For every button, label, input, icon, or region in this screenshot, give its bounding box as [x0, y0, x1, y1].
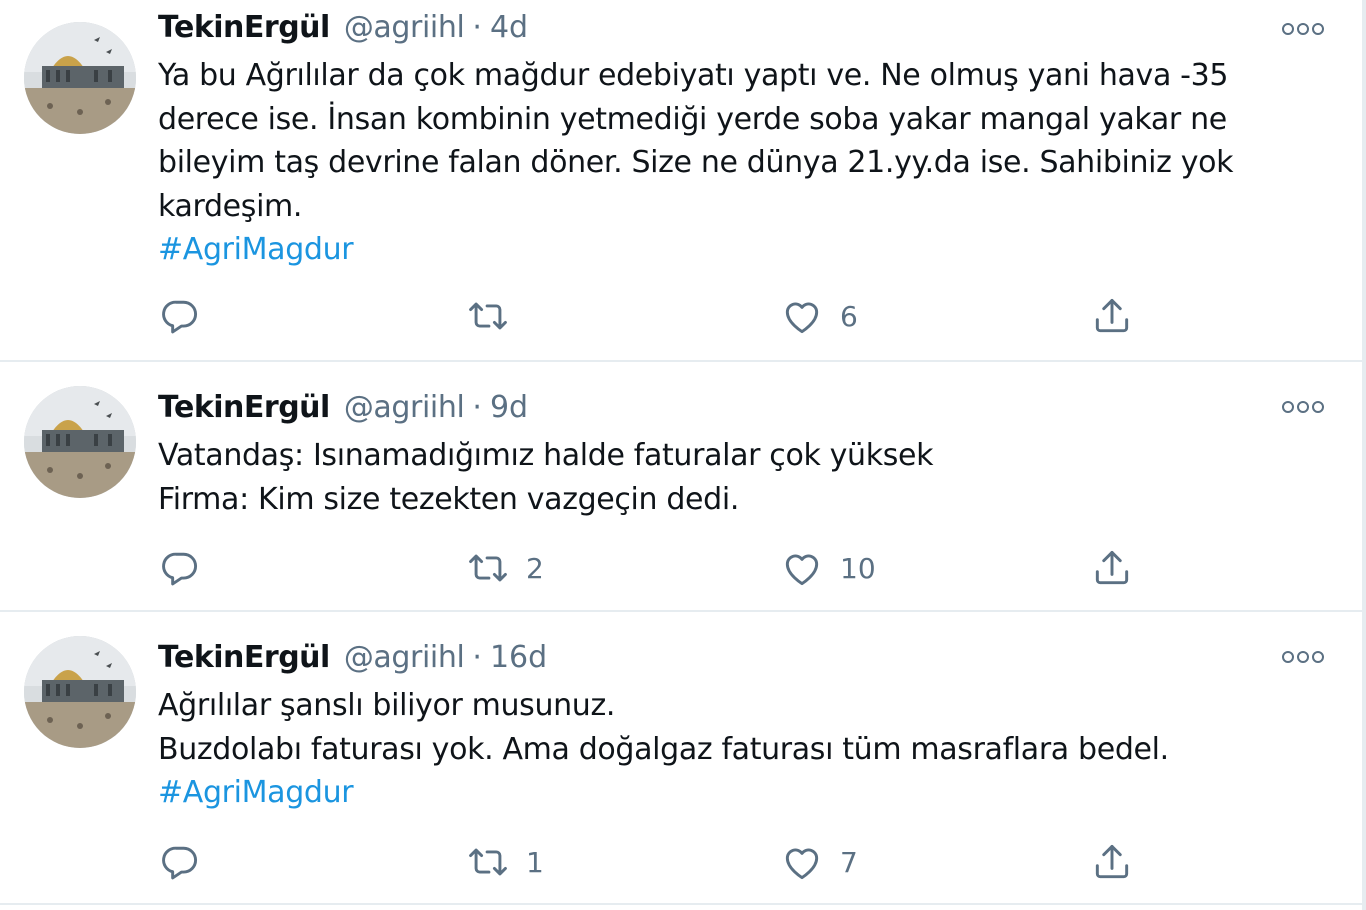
retweet-button[interactable] [466, 294, 526, 338]
tweet-header: TekinErgül @agriihl · 9d [158, 388, 528, 428]
tweet-text: Ya bu Ağrılılar da çok mağdur edebiyatı … [158, 54, 1308, 272]
heart-icon [785, 848, 819, 880]
avatar[interactable] [24, 22, 136, 134]
like-button[interactable]: 7 [780, 840, 858, 884]
author-handle[interactable]: @agriihl [344, 8, 465, 48]
author-name[interactable]: TekinErgül [158, 8, 330, 48]
tweet-timestamp[interactable]: 16d [490, 638, 547, 678]
heart-icon [785, 302, 819, 334]
heart-icon [785, 554, 819, 586]
retweet-count: 2 [526, 551, 544, 585]
more-icon[interactable] [1282, 20, 1324, 38]
reply-button[interactable] [158, 840, 218, 884]
share-icon [1095, 550, 1129, 585]
tweet[interactable]: TekinErgül @agriihl · 4d Ya bu Ağrılılar… [0, 0, 1362, 362]
more-icon[interactable] [1282, 398, 1324, 416]
separator-dot: · [472, 640, 482, 675]
like-button[interactable]: 6 [780, 294, 858, 338]
tweet-timestamp[interactable]: 4d [490, 8, 528, 48]
separator-dot: · [472, 10, 482, 45]
hashtag-link[interactable]: #AgriMagdur [158, 228, 1308, 272]
tweet[interactable]: TekinErgül @agriihl · 16d Ağrılılar şans… [0, 612, 1362, 905]
tweet-text-line: derece ise. İnsan kombinin yetmediği yer… [158, 101, 1227, 137]
reply-icon [162, 300, 198, 334]
hashtag-link[interactable]: #AgriMagdur [158, 771, 1308, 815]
author-name[interactable]: TekinErgül [158, 638, 330, 678]
author-name[interactable]: TekinErgül [158, 388, 330, 428]
like-count: 6 [840, 299, 858, 333]
tweet-text-line: Ya bu Ağrılılar da çok mağdur edebiyatı … [158, 58, 1229, 93]
like-count: 7 [840, 845, 858, 879]
avatar[interactable] [24, 636, 136, 748]
tweet-actions: 2 10 [158, 546, 1158, 590]
author-handle[interactable]: @agriihl [344, 638, 465, 678]
tweet-header: TekinErgül @agriihl · 4d [158, 8, 528, 48]
reply-icon [162, 846, 198, 880]
share-button[interactable] [1090, 294, 1134, 338]
tweet-actions: 6 [158, 294, 1158, 338]
retweet-count: 1 [526, 845, 544, 879]
share-button[interactable] [1090, 546, 1134, 590]
retweet-icon [469, 302, 507, 330]
tweet-header: TekinErgül @agriihl · 16d [158, 638, 547, 678]
tweet-text-line: bileyim taş devrine falan döner. Size ne… [158, 145, 1234, 180]
reply-button[interactable] [158, 546, 218, 590]
feed-border [1362, 0, 1366, 910]
more-icon[interactable] [1282, 648, 1324, 666]
like-count: 10 [840, 551, 876, 585]
tweet-actions: 1 7 [158, 840, 1158, 884]
tweet-timestamp[interactable]: 9d [490, 388, 528, 428]
tweet-text-line: Buzdolabı faturası yok. Ama doğalgaz fat… [158, 731, 1169, 767]
tweet-text: Vatandaş: Isınamadığımız halde faturalar… [158, 434, 1308, 521]
tweet-text-line: Firma: Kim size tezekten vazgeçin dedi. [158, 481, 740, 517]
retweet-icon [469, 554, 507, 582]
share-icon [1095, 298, 1129, 333]
retweet-icon [469, 848, 507, 876]
tweet-text-line: Ağrılılar şanslı biliyor musunuz. [158, 688, 616, 723]
tweet-feed: TekinErgül @agriihl · 4d Ya bu Ağrılılar… [0, 0, 1366, 910]
tweet[interactable]: TekinErgül @agriihl · 9d Vatandaş: Isına… [0, 362, 1362, 612]
tweet-text: Ağrılılar şanslı biliyor musunuz. Buzdol… [158, 684, 1308, 815]
avatar[interactable] [24, 386, 136, 498]
share-icon [1095, 844, 1129, 879]
author-handle[interactable]: @agriihl [344, 388, 465, 428]
share-button[interactable] [1090, 840, 1134, 884]
like-button[interactable]: 10 [780, 546, 876, 590]
reply-button[interactable] [158, 294, 218, 338]
tweet-text-line: Vatandaş: Isınamadığımız halde faturalar… [158, 438, 934, 473]
separator-dot: · [472, 390, 482, 425]
reply-icon [162, 552, 198, 586]
tweet-text-line: kardeşim. [158, 188, 303, 224]
retweet-button[interactable]: 1 [466, 840, 544, 884]
retweet-button[interactable]: 2 [466, 546, 544, 590]
